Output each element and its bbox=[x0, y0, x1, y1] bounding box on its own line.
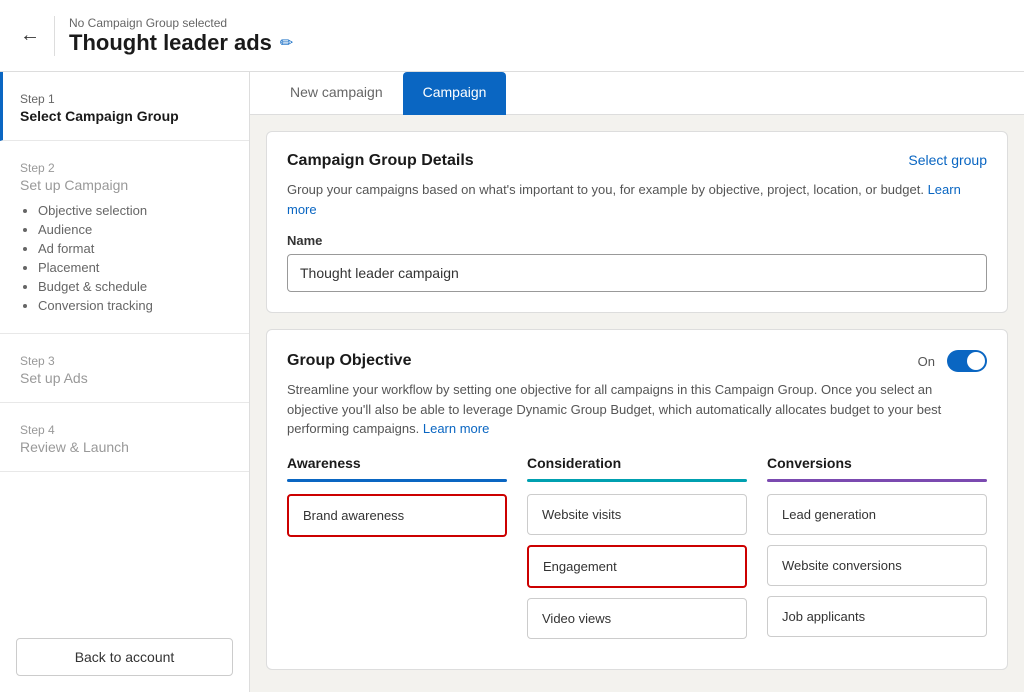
header-title-block: No Campaign Group selected Thought leade… bbox=[69, 16, 293, 56]
select-group-link[interactable]: Select group bbox=[908, 152, 987, 168]
conversions-column: Conversions Lead generation Website conv… bbox=[767, 455, 987, 649]
step3-label: Step 3 bbox=[20, 354, 229, 368]
sidebar-step-1[interactable]: Step 1 Select Campaign Group bbox=[0, 72, 249, 141]
subitem-conversion[interactable]: Conversion tracking bbox=[38, 298, 229, 313]
tab-new-campaign[interactable]: New campaign bbox=[270, 72, 403, 114]
consideration-column: Consideration Website visits Engagement … bbox=[527, 455, 747, 649]
consideration-title: Consideration bbox=[527, 455, 747, 471]
engagement-option[interactable]: Engagement bbox=[527, 545, 747, 588]
header: ← No Campaign Group selected Thought lea… bbox=[0, 0, 1024, 72]
sidebar-step-2[interactable]: Step 2 Set up Campaign Objective selecti… bbox=[0, 141, 249, 334]
subitem-audience[interactable]: Audience bbox=[38, 222, 229, 237]
back-arrow-button[interactable]: ← bbox=[20, 24, 40, 47]
group-objective-card: Group Objective On Streamline your workf… bbox=[266, 329, 1008, 670]
main-body: Step 1 Select Campaign Group Step 2 Set … bbox=[0, 72, 1024, 692]
awareness-column: Awareness Brand awareness bbox=[287, 455, 507, 649]
objective-title: Group Objective bbox=[287, 352, 411, 370]
sidebar-step-3[interactable]: Step 3 Set up Ads bbox=[0, 334, 249, 403]
card-header-row: Campaign Group Details Select group bbox=[287, 152, 987, 170]
tab-bar: New campaign Campaign bbox=[250, 72, 1024, 115]
website-conversions-option[interactable]: Website conversions bbox=[767, 545, 987, 586]
conversions-title: Conversions bbox=[767, 455, 987, 471]
step2-subitems: Objective selection Audience Ad format P… bbox=[20, 203, 229, 313]
objective-columns: Awareness Brand awareness Consideration bbox=[287, 455, 987, 649]
awareness-bar bbox=[287, 479, 507, 482]
page-title: Thought leader ads bbox=[69, 30, 272, 56]
toggle-switch[interactable]: On bbox=[918, 350, 987, 372]
subitem-budget[interactable]: Budget & schedule bbox=[38, 279, 229, 294]
card-title: Campaign Group Details bbox=[287, 152, 474, 170]
step4-title: Review & Launch bbox=[20, 439, 229, 455]
awareness-title: Awareness bbox=[287, 455, 507, 471]
campaign-group-details-card: Campaign Group Details Select group Grou… bbox=[266, 131, 1008, 313]
header-title-row: Thought leader ads ✏ bbox=[69, 30, 293, 56]
objective-description: Streamline your workflow by setting one … bbox=[287, 380, 987, 439]
lead-generation-option[interactable]: Lead generation bbox=[767, 494, 987, 535]
cards-wrapper: Campaign Group Details Select group Grou… bbox=[250, 115, 1024, 686]
subitem-objective[interactable]: Objective selection bbox=[38, 203, 229, 218]
edit-icon[interactable]: ✏ bbox=[280, 33, 293, 53]
toggle-track[interactable] bbox=[947, 350, 987, 372]
subitem-ad-format[interactable]: Ad format bbox=[38, 241, 229, 256]
sidebar-step-4[interactable]: Step 4 Review & Launch bbox=[0, 403, 249, 472]
step1-title: Select Campaign Group bbox=[20, 108, 229, 124]
toggle-label: On bbox=[918, 354, 935, 369]
card-description: Group your campaigns based on what's imp… bbox=[287, 180, 987, 219]
website-visits-option[interactable]: Website visits bbox=[527, 494, 747, 535]
campaign-name-input[interactable] bbox=[287, 254, 987, 292]
step1-label: Step 1 bbox=[20, 92, 229, 106]
objective-header: Group Objective On bbox=[287, 350, 987, 372]
step4-label: Step 4 bbox=[20, 423, 229, 437]
step2-label: Step 2 bbox=[20, 161, 229, 175]
content-area: New campaign Campaign Campaign Group Det… bbox=[250, 72, 1024, 692]
consideration-bar bbox=[527, 479, 747, 482]
video-views-option[interactable]: Video views bbox=[527, 598, 747, 639]
tab-campaign[interactable]: Campaign bbox=[403, 72, 507, 115]
toggle-thumb bbox=[967, 352, 985, 370]
subitem-placement[interactable]: Placement bbox=[38, 260, 229, 275]
step3-title: Set up Ads bbox=[20, 370, 229, 386]
step2-title: Set up Campaign bbox=[20, 177, 229, 193]
header-divider bbox=[54, 16, 55, 56]
conversions-bar bbox=[767, 479, 987, 482]
app-container: ← No Campaign Group selected Thought lea… bbox=[0, 0, 1024, 692]
name-label: Name bbox=[287, 233, 987, 248]
sidebar: Step 1 Select Campaign Group Step 2 Set … bbox=[0, 72, 250, 692]
back-to-account-button[interactable]: Back to account bbox=[16, 638, 233, 676]
brand-awareness-option[interactable]: Brand awareness bbox=[287, 494, 507, 537]
job-applicants-option[interactable]: Job applicants bbox=[767, 596, 987, 637]
no-campaign-group-text: No Campaign Group selected bbox=[69, 16, 293, 30]
learn-more-link-2[interactable]: Learn more bbox=[423, 421, 489, 436]
